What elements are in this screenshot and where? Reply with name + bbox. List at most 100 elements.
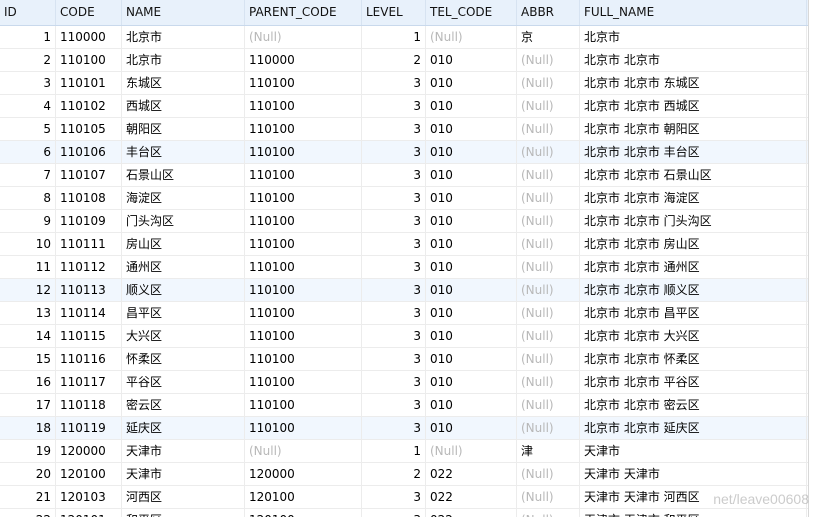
cell-full-name[interactable]: 北京市 北京市 昌平区 — [580, 302, 807, 324]
cell-parent-code[interactable]: 110100 — [245, 348, 362, 370]
cell-tel-code[interactable]: 010 — [426, 394, 517, 416]
cell-abbr[interactable]: (Null) — [517, 348, 580, 370]
cell-name[interactable]: 密云区 — [122, 394, 245, 416]
column-header-level[interactable]: LEVEL — [362, 0, 426, 25]
cell-id[interactable]: 2 — [0, 49, 56, 71]
cell-id[interactable]: 11 — [0, 256, 56, 278]
cell-full-name[interactable]: 北京市 北京市 海淀区 — [580, 187, 807, 209]
cell-abbr[interactable]: (Null) — [517, 371, 580, 393]
cell-tel-code[interactable]: 010 — [426, 210, 517, 232]
cell-level[interactable]: 3 — [362, 187, 426, 209]
table-row[interactable]: 14 110115 大兴区 110100 3 010 (Null) 北京市 北京市 大兴区 — [0, 325, 808, 348]
cell-parent-code[interactable]: 120100 — [245, 509, 362, 517]
data-grid[interactable]: ID CODE NAME PARENT_CODE LEVEL TEL_CODE … — [0, 0, 809, 517]
cell-abbr[interactable]: (Null) — [517, 210, 580, 232]
table-row[interactable]: 18 110119 延庆区 110100 3 010 (Null) 北京市 北京市 延庆区 — [0, 417, 808, 440]
table-row[interactable]: 12 110113 顺义区 110100 3 010 (Null) 北京市 北京市 顺义区 — [0, 279, 808, 302]
cell-level[interactable]: 2 — [362, 49, 426, 71]
table-row[interactable]: 13 110114 昌平区 110100 3 010 (Null) 北京市 北京市 昌平区 — [0, 302, 808, 325]
cell-level[interactable]: 3 — [362, 302, 426, 324]
cell-full-name[interactable]: 北京市 北京市 密云区 — [580, 394, 807, 416]
cell-full-name[interactable]: 天津市 天津市 河西区 — [580, 486, 807, 508]
cell-level[interactable]: 3 — [362, 371, 426, 393]
cell-tel-code[interactable]: 010 — [426, 417, 517, 439]
column-header-code[interactable]: CODE — [56, 0, 122, 25]
cell-level[interactable]: 3 — [362, 256, 426, 278]
cell-tel-code[interactable]: 010 — [426, 371, 517, 393]
cell-abbr[interactable]: (Null) — [517, 118, 580, 140]
cell-parent-code[interactable]: (Null) — [245, 440, 362, 462]
table-row[interactable]: 11 110112 通州区 110100 3 010 (Null) 北京市 北京市 通州区 — [0, 256, 808, 279]
cell-level[interactable]: 3 — [362, 279, 426, 301]
cell-parent-code[interactable]: 110100 — [245, 187, 362, 209]
cell-abbr[interactable]: (Null) — [517, 256, 580, 278]
cell-abbr[interactable]: (Null) — [517, 187, 580, 209]
cell-name[interactable]: 和平区 — [122, 509, 245, 517]
cell-id[interactable]: 20 — [0, 463, 56, 485]
cell-code[interactable]: 120101 — [56, 509, 122, 517]
cell-name[interactable]: 房山区 — [122, 233, 245, 255]
cell-level[interactable]: 3 — [362, 348, 426, 370]
table-row[interactable]: 2 110100 北京市 110000 2 010 (Null) 北京市 北京市 — [0, 49, 808, 72]
cell-code[interactable]: 120000 — [56, 440, 122, 462]
cell-full-name[interactable]: 北京市 北京市 房山区 — [580, 233, 807, 255]
cell-full-name[interactable]: 北京市 北京市 朝阳区 — [580, 118, 807, 140]
table-row[interactable]: 19 120000 天津市 (Null) 1 (Null) 津天津市 — [0, 440, 808, 463]
cell-name[interactable]: 顺义区 — [122, 279, 245, 301]
cell-level[interactable]: 1 — [362, 26, 426, 48]
cell-code[interactable]: 110112 — [56, 256, 122, 278]
cell-name[interactable]: 海淀区 — [122, 187, 245, 209]
cell-parent-code[interactable]: 110100 — [245, 394, 362, 416]
cell-id[interactable]: 14 — [0, 325, 56, 347]
cell-id[interactable]: 13 — [0, 302, 56, 324]
table-row[interactable]: 21 120103 河西区 120100 3 022 (Null) 天津市 天津市 河西区 — [0, 486, 808, 509]
cell-parent-code[interactable]: 120000 — [245, 463, 362, 485]
cell-name[interactable]: 东城区 — [122, 72, 245, 94]
cell-full-name[interactable]: 北京市 北京市 西城区 — [580, 95, 807, 117]
cell-abbr[interactable]: (Null) — [517, 49, 580, 71]
cell-name[interactable]: 大兴区 — [122, 325, 245, 347]
cell-name[interactable]: 平谷区 — [122, 371, 245, 393]
table-row[interactable]: 8 110108 海淀区 110100 3 010 (Null) 北京市 北京市 海淀区 — [0, 187, 808, 210]
cell-parent-code[interactable]: 110100 — [245, 371, 362, 393]
cell-parent-code[interactable]: 110100 — [245, 325, 362, 347]
cell-name[interactable]: 北京市 — [122, 49, 245, 71]
cell-parent-code[interactable]: 120100 — [245, 486, 362, 508]
table-row[interactable]: 10 110111 房山区 110100 3 010 (Null) 北京市 北京市 房山区 — [0, 233, 808, 256]
cell-abbr[interactable]: (Null) — [517, 486, 580, 508]
cell-parent-code[interactable]: 110100 — [245, 72, 362, 94]
table-row[interactable]: 7 110107 石景山区 110100 3 010 (Null) 北京市 北京市 石景山区 — [0, 164, 808, 187]
column-header-full-name[interactable]: FULL_NAME — [580, 0, 807, 25]
cell-abbr[interactable]: (Null) — [517, 463, 580, 485]
cell-tel-code[interactable]: 022 — [426, 509, 517, 517]
cell-code[interactable]: 110106 — [56, 141, 122, 163]
cell-name[interactable]: 延庆区 — [122, 417, 245, 439]
cell-id[interactable]: 18 — [0, 417, 56, 439]
table-row[interactable]: 22120101和平区1201003022(Null)天津市 天津市 和平区 — [0, 509, 808, 517]
cell-level[interactable]: 1 — [362, 440, 426, 462]
cell-tel-code[interactable]: 010 — [426, 187, 517, 209]
cell-tel-code[interactable]: 010 — [426, 256, 517, 278]
cell-name[interactable]: 天津市 — [122, 463, 245, 485]
cell-tel-code[interactable]: 022 — [426, 463, 517, 485]
cell-full-name[interactable]: 北京市 北京市 顺义区 — [580, 279, 807, 301]
cell-level[interactable]: 3 — [362, 95, 426, 117]
cell-abbr[interactable]: 津 — [517, 440, 580, 462]
cell-name[interactable]: 河西区 — [122, 486, 245, 508]
cell-name[interactable]: 丰台区 — [122, 141, 245, 163]
column-header-abbr[interactable]: ABBR — [517, 0, 580, 25]
cell-tel-code[interactable]: 010 — [426, 279, 517, 301]
cell-full-name[interactable]: 天津市 天津市 — [580, 463, 807, 485]
cell-level[interactable]: 3 — [362, 233, 426, 255]
cell-abbr[interactable]: (Null) — [517, 509, 580, 517]
cell-full-name[interactable]: 天津市 天津市 和平区 — [580, 509, 807, 517]
cell-name[interactable]: 通州区 — [122, 256, 245, 278]
cell-full-name[interactable]: 天津市 — [580, 440, 807, 462]
cell-code[interactable]: 110102 — [56, 95, 122, 117]
cell-id[interactable]: 12 — [0, 279, 56, 301]
cell-tel-code[interactable]: 010 — [426, 95, 517, 117]
cell-name[interactable]: 西城区 — [122, 95, 245, 117]
cell-tel-code[interactable]: 010 — [426, 233, 517, 255]
cell-parent-code[interactable]: 110000 — [245, 49, 362, 71]
cell-level[interactable]: 3 — [362, 486, 426, 508]
